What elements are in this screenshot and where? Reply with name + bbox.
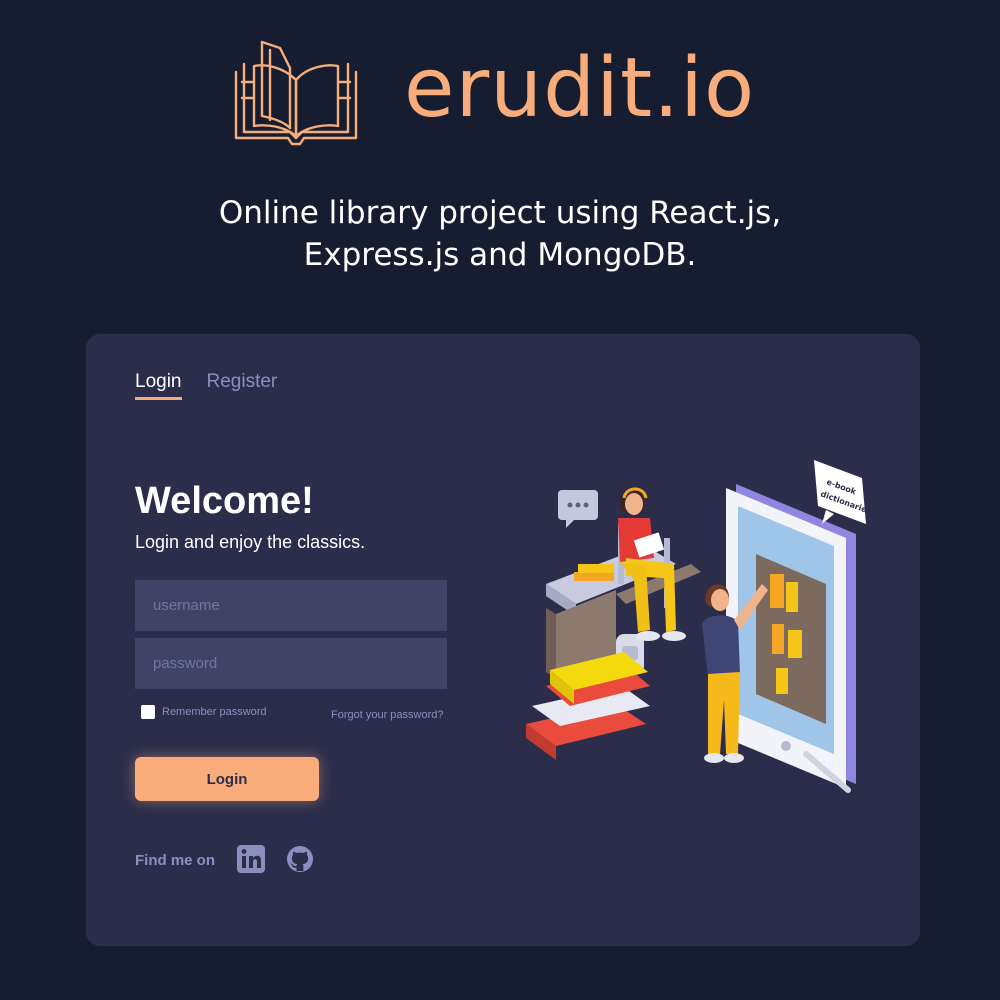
linkedin-icon[interactable]: [236, 844, 266, 874]
open-book-icon: [234, 40, 358, 146]
brand-name: erudit.io: [404, 41, 756, 136]
remember-checkbox[interactable]: [141, 705, 155, 719]
github-icon[interactable]: [285, 844, 315, 874]
tab-register[interactable]: Register: [207, 371, 278, 400]
forgot-password-link[interactable]: Forgot your password?: [331, 709, 444, 721]
brand: erudit.io: [232, 32, 754, 160]
remember-password: Remember password: [141, 705, 267, 719]
page-subtitle: Login and enjoy the classics.: [135, 532, 366, 552]
find-me-label: Find me on: [135, 852, 215, 869]
tab-login[interactable]: Login: [135, 371, 182, 400]
remember-label: Remember password: [162, 706, 267, 718]
auth-tabs: Login Register: [135, 371, 277, 400]
tagline-line-1: Online library project using React.js,: [218, 195, 782, 231]
login-card: Login Register Welcome! Login and enjoy …: [86, 334, 920, 946]
library-illustration: e-book dictionaries: [526, 460, 873, 793]
username-input[interactable]: [135, 580, 447, 631]
tagline: Online library project using React.js, E…: [0, 192, 1000, 276]
password-input[interactable]: [135, 638, 447, 689]
tagline-line-2: Express.js and MongoDB.: [303, 237, 697, 273]
page-title: Welcome!: [135, 480, 314, 522]
login-button[interactable]: Login: [135, 757, 319, 801]
